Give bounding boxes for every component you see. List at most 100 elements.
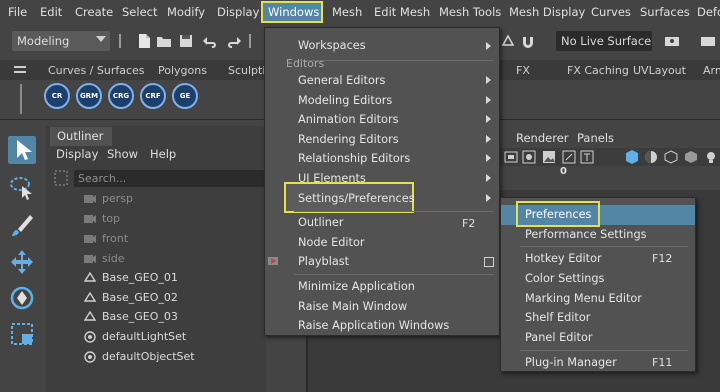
menu-item-rendering-editors[interactable]: Rendering Editors (298, 133, 399, 146)
menu-file[interactable]: File (8, 5, 27, 19)
shelf-button-grm[interactable]: GRM (76, 83, 102, 109)
separator-grip-icon (119, 34, 121, 48)
shortcut-f2: F2 (462, 217, 476, 230)
outliner-item-default-light-set[interactable]: defaultLightSet (102, 330, 186, 343)
menu-windows[interactable]: Windows (268, 5, 319, 19)
menu-item-relationship-editors[interactable]: Relationship Editors (298, 152, 410, 165)
outliner-item-front[interactable]: front (102, 232, 128, 245)
shelf-tab-curves-surfaces[interactable]: Curves / Surfaces (48, 64, 145, 77)
image-plane-icon[interactable] (542, 150, 556, 164)
shelf-menu-icon[interactable] (14, 64, 28, 76)
menu-item-general-editors[interactable]: General Editors (298, 74, 385, 87)
magnet-icon[interactable] (520, 33, 536, 49)
mode-dropdown-label: Modeling (17, 34, 70, 48)
menu-item-modeling-editors[interactable]: Modeling Editors (298, 94, 392, 107)
camera-icon[interactable] (504, 150, 518, 164)
mode-dropdown[interactable]: Modeling (12, 31, 110, 51)
shelf-button-crg[interactable]: CRG (108, 83, 134, 109)
submenu-item-color-settings[interactable]: Color Settings (525, 272, 604, 285)
wireframe-cube-icon[interactable] (664, 150, 678, 164)
menu-item-node-editor[interactable]: Node Editor (298, 236, 365, 249)
text-icon[interactable] (580, 150, 594, 164)
menu-edit[interactable]: Edit (40, 5, 62, 19)
save-scene-icon[interactable] (178, 33, 194, 49)
menu-select[interactable]: Select (122, 5, 157, 19)
menu-mesh[interactable]: Mesh (332, 5, 362, 19)
submenu-item-preferences[interactable]: Preferences (525, 208, 591, 221)
submenu-item-marking-menu-editor[interactable]: Marking Menu Editor (525, 292, 642, 305)
outliner-search-input[interactable]: Search... (74, 170, 268, 187)
lit-cube-icon[interactable] (684, 150, 698, 164)
shelf-tab-fx-caching[interactable]: FX Caching (567, 64, 629, 77)
scale-tool-button[interactable] (8, 320, 36, 348)
submenu-item-panel-editor[interactable]: Panel Editor (525, 331, 593, 344)
outliner-item-base-geo-03[interactable]: Base_GEO_03 (102, 310, 178, 323)
viewport-menu-renderer[interactable]: Renderer (516, 131, 569, 145)
filter-icon[interactable] (54, 170, 68, 186)
move-tool-button[interactable] (8, 248, 36, 276)
search-placeholder: Search... (78, 172, 127, 185)
shelf-tab-arnold[interactable]: Arn (703, 64, 720, 77)
shelf-button-cr[interactable]: CR (44, 83, 70, 109)
scale-icon (11, 323, 33, 345)
shelf-button-crf[interactable]: CRF (140, 83, 166, 109)
submenu-item-shelf-editor[interactable]: Shelf Editor (525, 311, 590, 324)
outliner-item-default-object-set[interactable]: defaultObjectSet (102, 350, 195, 363)
render-settings-icon[interactable] (700, 33, 716, 49)
shelf-tab-polygons[interactable]: Polygons (158, 64, 207, 77)
outliner-item-base-geo-02[interactable]: Base_GEO_02 (102, 291, 178, 304)
frame-icon[interactable] (522, 150, 536, 164)
live-surface-field[interactable]: No Live Surface (556, 31, 652, 51)
lasso-tool-button[interactable] (8, 174, 36, 202)
outliner-item-side[interactable]: side (102, 252, 125, 265)
menu-item-raise-application-windows[interactable]: Raise Application Windows (298, 319, 449, 332)
safe-frame-icon[interactable] (562, 150, 576, 164)
menu-item-ui-elements[interactable]: UI Elements (298, 172, 366, 185)
open-scene-icon[interactable] (156, 33, 172, 49)
menu-deform[interactable]: Defo (697, 5, 720, 19)
menu-item-raise-main-window[interactable]: Raise Main Window (298, 300, 407, 313)
outliner-tab[interactable]: Outliner (50, 127, 112, 146)
new-scene-icon[interactable] (136, 33, 152, 49)
rotate-tool-button[interactable] (8, 284, 36, 312)
outliner-item-persp[interactable]: persp (102, 192, 133, 205)
submenu-item-plugin-manager[interactable]: Plug-in Manager (525, 356, 617, 369)
outliner-menu-display[interactable]: Display (56, 147, 98, 161)
textured-icon[interactable] (644, 150, 658, 164)
outliner-item-top[interactable]: top (102, 212, 120, 225)
shelf-tab-fx[interactable]: FX (516, 64, 530, 77)
menu-item-settings-preferences[interactable]: Settings/Preferences (298, 192, 415, 205)
menu-surfaces[interactable]: Surfaces (640, 5, 690, 19)
shaded-cube-icon[interactable] (624, 149, 640, 165)
menu-item-workspaces[interactable]: Workspaces (298, 39, 366, 52)
menu-item-minimize-application[interactable]: Minimize Application (298, 280, 415, 293)
menu-curves[interactable]: Curves (591, 5, 631, 19)
paint-select-tool-button[interactable] (8, 212, 36, 240)
menu-create[interactable]: Create (75, 5, 113, 19)
menu-edit-mesh[interactable]: Edit Mesh (374, 5, 430, 19)
redo-icon[interactable] (226, 33, 242, 49)
menu-item-outliner[interactable]: Outliner (298, 216, 344, 229)
submenu-item-performance-settings[interactable]: Performance Settings (525, 228, 647, 241)
outliner-item-base-geo-01[interactable]: Base_GEO_01 (102, 271, 178, 284)
submenu-item-hotkey-editor[interactable]: Hotkey Editor (525, 252, 602, 265)
snap-icon[interactable] (500, 33, 516, 49)
submenu-arrow-icon (486, 135, 491, 143)
undo-icon[interactable] (202, 33, 218, 49)
menu-mesh-tools[interactable]: Mesh Tools (439, 5, 501, 19)
select-tool-button[interactable] (8, 136, 36, 164)
camera-icon (84, 215, 96, 223)
shelf-tab-uvlayout[interactable]: UVLayout (633, 64, 686, 77)
menu-display[interactable]: Display (217, 5, 259, 19)
menu-item-animation-editors[interactable]: Animation Editors (298, 113, 399, 126)
menu-mesh-display[interactable]: Mesh Display (509, 5, 585, 19)
shelf-button-ge[interactable]: GE (172, 83, 198, 109)
option-box-icon[interactable] (484, 257, 494, 267)
outliner-menu-show[interactable]: Show (107, 147, 138, 161)
outliner-menu-help[interactable]: Help (150, 147, 176, 161)
menu-item-playblast[interactable]: Playblast (298, 255, 349, 268)
menu-modify[interactable]: Modify (167, 5, 205, 19)
viewport-menu-panels[interactable]: Panels (577, 131, 614, 145)
render-icon[interactable] (664, 33, 680, 49)
lightbulb-icon[interactable] (704, 150, 718, 164)
